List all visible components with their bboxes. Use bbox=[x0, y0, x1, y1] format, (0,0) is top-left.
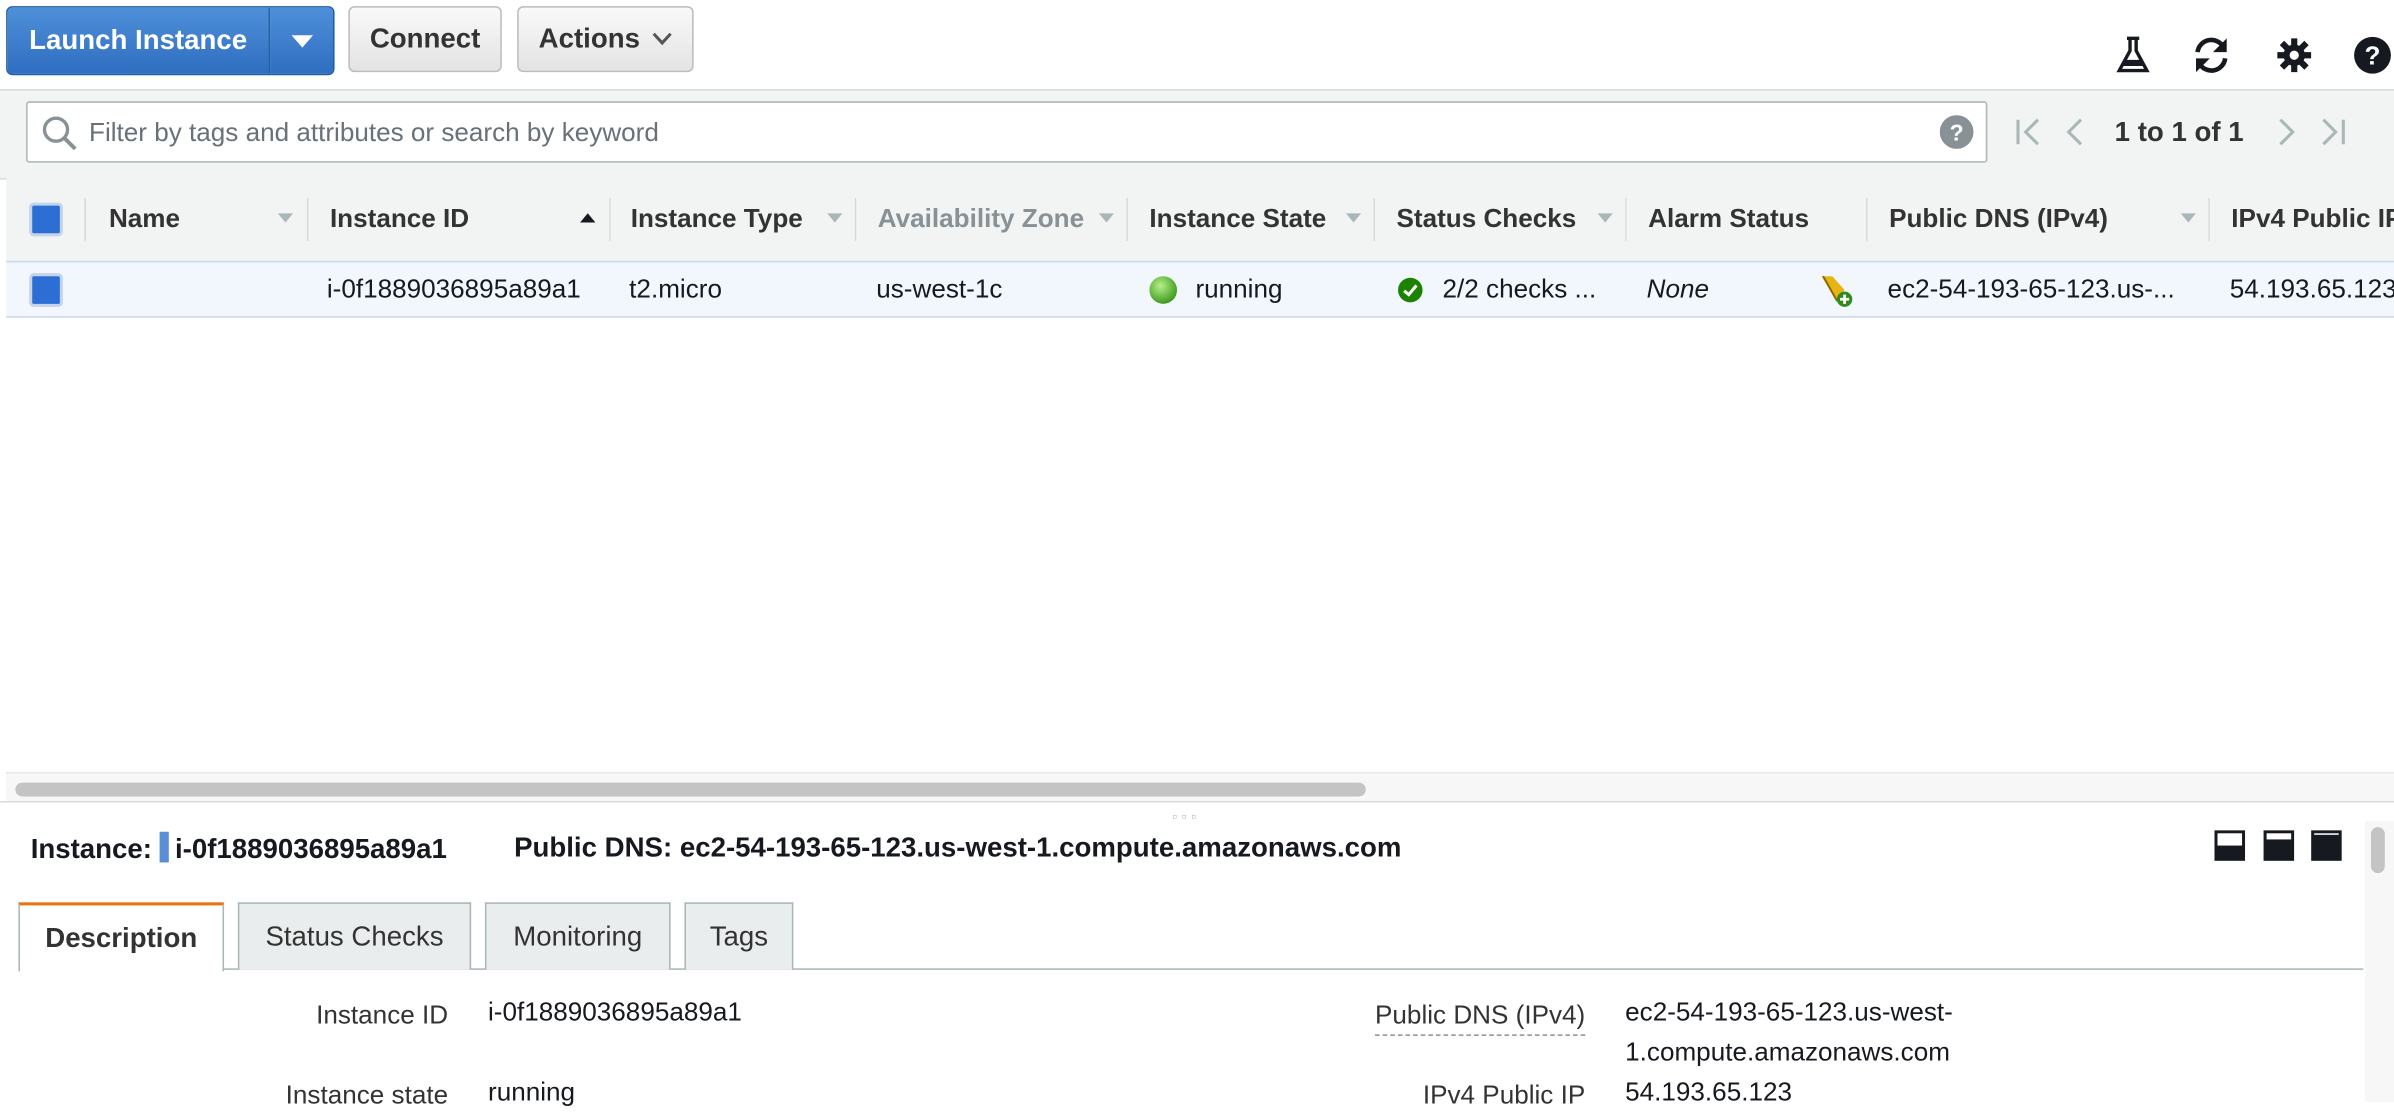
column-header-ipv4-public-ip[interactable]: IPv4 Public IP bbox=[2210, 176, 2394, 260]
launch-options-button[interactable] bbox=[268, 7, 334, 74]
cell-public-dns: ec2-54-193-65-123.us-... bbox=[1887, 273, 2175, 304]
field-label-instance-state: Instance state bbox=[285, 1080, 449, 1110]
cell-alarm-status: None bbox=[1646, 273, 1709, 304]
scrollbar-thumb[interactable] bbox=[2370, 827, 2385, 874]
column-header-instance-id[interactable]: Instance ID bbox=[308, 176, 611, 260]
cell-instance-id: i-0f1889036895a89a1 bbox=[326, 273, 581, 304]
sort-caret-icon bbox=[827, 213, 843, 223]
panel-vertical-scrollbar[interactable] bbox=[2364, 821, 2394, 1102]
panel-middle-icon[interactable] bbox=[2263, 830, 2295, 861]
table-horizontal-scrollbar[interactable] bbox=[6, 771, 2394, 802]
panel-full-icon[interactable] bbox=[2311, 830, 2342, 861]
select-all-checkbox[interactable] bbox=[29, 201, 63, 236]
row-select-cell bbox=[6, 262, 86, 316]
sort-caret-icon bbox=[1098, 213, 1115, 223]
launch-instance-button[interactable]: Launch Instance bbox=[7, 7, 269, 74]
alarm-add-icon[interactable] bbox=[1814, 262, 1857, 316]
detail-panel: ▫▫▫ Instance: i-0f1889036895a89a1 Public … bbox=[0, 801, 2394, 1110]
search-icon bbox=[42, 116, 77, 151]
cell-status-checks: 2/2 checks ... bbox=[1396, 262, 1619, 316]
check-ok-icon bbox=[1398, 276, 1423, 302]
next-page-icon[interactable] bbox=[2268, 114, 2305, 151]
tab-monitoring[interactable]: Monitoring bbox=[484, 902, 671, 970]
field-label-public-dns: Public DNS (IPv4) bbox=[1289, 1000, 1585, 1036]
help-icon[interactable]: ? bbox=[2351, 34, 2394, 77]
row-checkbox[interactable] bbox=[29, 272, 63, 307]
actions-button[interactable]: Actions bbox=[517, 6, 694, 73]
field-value-ipv4-public-ip: 54.193.65.123 bbox=[1625, 1077, 1792, 1107]
column-header-name[interactable]: Name bbox=[86, 176, 309, 260]
field-label-instance-id: Instance ID bbox=[316, 1000, 449, 1030]
instance-color-marker bbox=[159, 831, 169, 863]
svg-text:?: ? bbox=[1950, 119, 1964, 145]
caret-down-icon bbox=[290, 34, 313, 47]
prev-page-icon[interactable] bbox=[2056, 114, 2093, 151]
table-header: Name Instance ID Instance Type Availabil… bbox=[6, 176, 2394, 263]
search-help-icon[interactable]: ? bbox=[1939, 115, 1974, 149]
pagination-text: 1 to 1 of 1 bbox=[2114, 116, 2244, 148]
filter-bar: ? 1 to 1 of 1 bbox=[0, 89, 2394, 180]
column-header-instance-state[interactable]: Instance State bbox=[1128, 176, 1376, 260]
tab-status-checks[interactable]: Status Checks bbox=[237, 902, 472, 970]
field-label-ipv4-public-ip: IPv4 Public IP bbox=[1422, 1080, 1586, 1110]
panel-dns-title: Public DNS: ec2-54-193-65-123.us-west-1.… bbox=[514, 831, 1402, 863]
chevron-down-icon bbox=[652, 32, 672, 46]
sort-caret-icon bbox=[1597, 213, 1613, 223]
tab-tags[interactable]: Tags bbox=[684, 902, 794, 970]
first-page-icon[interactable] bbox=[2010, 114, 2047, 151]
column-header-alarm-status[interactable]: Alarm Status bbox=[1627, 176, 1868, 260]
cell-availability-zone: us-west-1c bbox=[876, 273, 1003, 304]
refresh-icon[interactable] bbox=[2190, 34, 2233, 77]
search-input[interactable] bbox=[85, 102, 1934, 165]
panel-resize-handle[interactable]: ▫▫▫ bbox=[1172, 809, 1201, 824]
cell-name bbox=[107, 262, 306, 316]
column-header-instance-type[interactable]: Instance Type bbox=[611, 176, 857, 260]
field-value-instance-state: running bbox=[488, 1077, 576, 1107]
cell-instance-type: t2.micro bbox=[629, 273, 722, 304]
actions-label: Actions bbox=[538, 23, 640, 54]
scrollbar-thumb[interactable] bbox=[15, 782, 1366, 797]
column-header-status-checks[interactable]: Status Checks bbox=[1375, 176, 1627, 260]
field-value-public-dns: ec2-54-193-65-123.us-west- 1.compute.ama… bbox=[1625, 997, 1953, 1067]
panel-bottom-icon[interactable] bbox=[2214, 830, 2246, 861]
table-row[interactable]: i-0f1889036895a89a1 t2.micro us-west-1c … bbox=[6, 260, 2394, 318]
sort-caret-icon bbox=[1345, 213, 1362, 223]
svg-text:?: ? bbox=[2365, 40, 2381, 70]
top-toolbar: Launch Instance Connect Actions ? bbox=[0, 0, 2394, 89]
column-header-availability-zone[interactable]: Availability Zone bbox=[856, 176, 1128, 260]
sort-caret-icon bbox=[277, 213, 294, 223]
connect-button[interactable]: Connect bbox=[348, 6, 502, 73]
search-box: ? bbox=[26, 101, 1988, 165]
sort-caret-icon bbox=[2180, 213, 2197, 223]
field-value-instance-id: i-0f1889036895a89a1 bbox=[488, 997, 742, 1027]
cell-ipv4-public-ip: 54.193.65.123 bbox=[2229, 273, 2394, 304]
tab-description[interactable]: Description bbox=[18, 902, 225, 972]
sort-ascending-icon bbox=[580, 213, 596, 223]
panel-instance-title: Instance: i-0f1889036895a89a1 bbox=[30, 831, 447, 864]
select-all-cell bbox=[6, 176, 86, 260]
running-status-icon bbox=[1149, 275, 1178, 304]
gear-icon[interactable] bbox=[2273, 34, 2316, 77]
flask-icon[interactable] bbox=[2112, 34, 2155, 77]
column-header-public-dns[interactable]: Public DNS (IPv4) bbox=[1868, 176, 2210, 260]
launch-instance-split-button: Launch Instance bbox=[6, 6, 335, 76]
cell-instance-state: running bbox=[1148, 262, 1371, 316]
last-page-icon[interactable] bbox=[2314, 114, 2351, 151]
